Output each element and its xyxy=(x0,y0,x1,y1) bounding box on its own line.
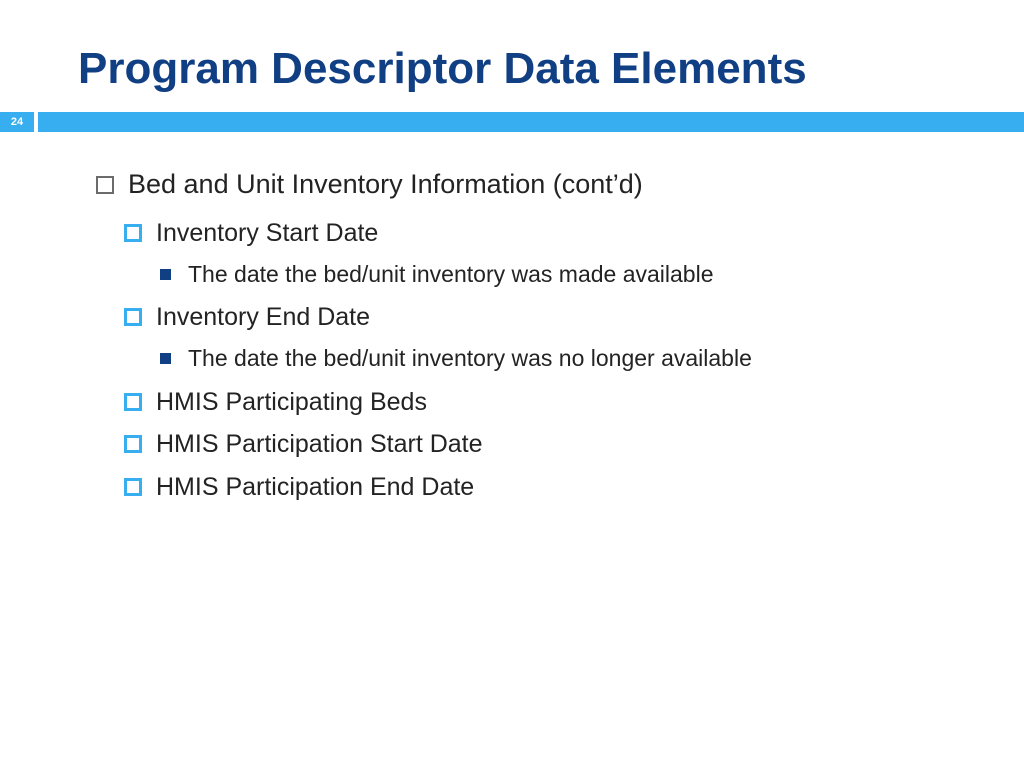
bullet-level2: Inventory End Date xyxy=(124,298,964,337)
title-ribbon: 24 xyxy=(0,112,1024,132)
slide: Program Descriptor Data Elements 24 Bed … xyxy=(0,0,1024,768)
page-number-badge: 24 xyxy=(0,112,38,132)
slide-title: Program Descriptor Data Elements xyxy=(0,0,1024,112)
bullet-level3: The date the bed/unit inventory was made… xyxy=(160,257,964,293)
bullet-level1: Bed and Unit Inventory Information (cont… xyxy=(96,164,964,206)
bullet-level2: HMIS Participating Beds xyxy=(124,383,964,422)
bullet-level2: Inventory Start Date xyxy=(124,214,964,253)
bullet-level2: HMIS Participation End Date xyxy=(124,468,964,507)
bullet-level3: The date the bed/unit inventory was no l… xyxy=(160,341,964,377)
slide-content: Bed and Unit Inventory Information (cont… xyxy=(0,132,1024,507)
bullet-level2: HMIS Participation Start Date xyxy=(124,425,964,464)
